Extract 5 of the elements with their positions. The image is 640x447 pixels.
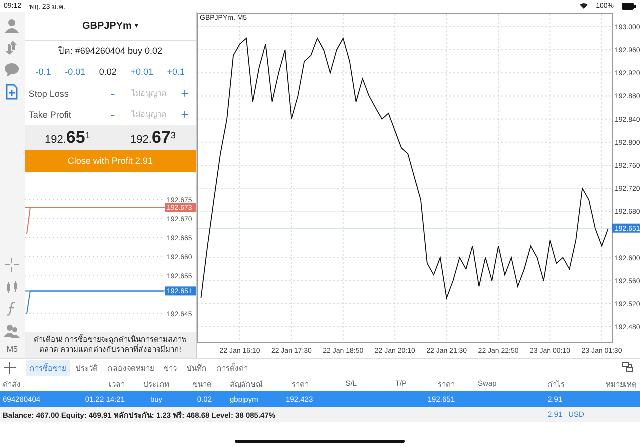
level-label: Stop Loss [28,88,70,98]
ask-price: 192.67$^{3}$ [130,128,176,148]
level-label: Take Profit [28,110,72,120]
order-info: ปิด: #694260404 buy 0.02 [58,45,162,58]
bid-price: 192.65$^{1}$ [44,128,90,148]
